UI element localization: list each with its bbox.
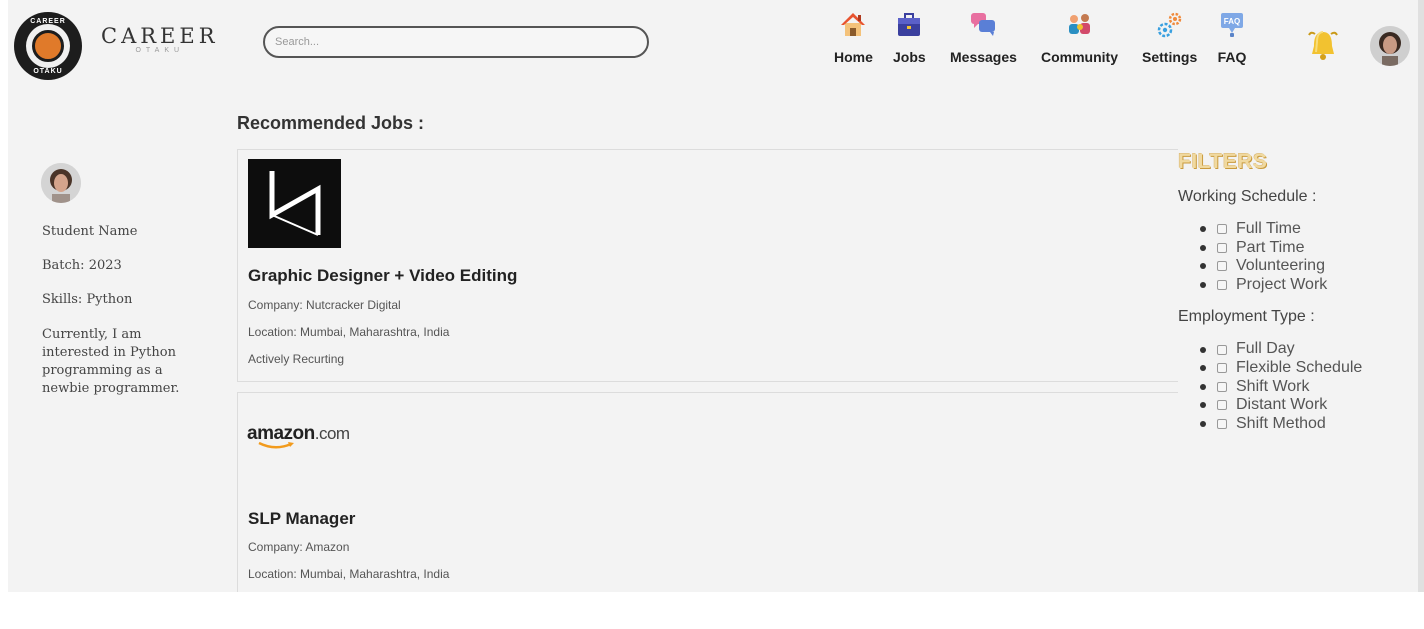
filter-option: Full Time — [1200, 220, 1408, 239]
briefcase-icon — [898, 13, 921, 36]
job-company: Company: Nutcracker Digital — [248, 298, 401, 312]
job-company: Company: Amazon — [248, 540, 350, 554]
filter-group-title: Employment Type : — [1178, 308, 1315, 326]
nav-label: Messages — [950, 49, 1017, 65]
filter-checkbox-part-time[interactable] — [1217, 242, 1227, 253]
filter-checkbox-full-day[interactable] — [1217, 344, 1227, 355]
logo-mascot-icon — [32, 30, 64, 62]
filter-label: Distant Work — [1236, 396, 1328, 414]
filter-checkbox-flexible-schedule[interactable] — [1217, 363, 1227, 374]
amazon-smile-icon — [258, 441, 294, 449]
student-name: Student Name — [42, 224, 138, 239]
filter-checkbox-distant-work[interactable] — [1217, 400, 1227, 411]
filter-checkbox-full-time[interactable] — [1217, 224, 1227, 235]
nav-label: Home — [834, 49, 873, 65]
people-icon — [1068, 14, 1090, 34]
student-batch: Batch: 2023 — [42, 258, 122, 273]
filter-label: Flexible Schedule — [1236, 358, 1363, 376]
page-title: Recommended Jobs : — [237, 113, 425, 133]
nav-label: FAQ — [1217, 49, 1247, 65]
logo-emblem — [26, 24, 70, 68]
filter-option: Part Time — [1200, 239, 1408, 258]
bullet — [1200, 402, 1206, 409]
bell-icon — [1308, 31, 1338, 60]
filter-checkbox-shift-method[interactable] — [1217, 419, 1227, 430]
search-input[interactable] — [263, 26, 649, 58]
faq-icon-text: FAQ — [1224, 17, 1240, 26]
scrollbar[interactable] — [1418, 0, 1424, 592]
filter-label: Part Time — [1236, 238, 1305, 256]
student-skills: Skills: Python — [42, 292, 133, 307]
chat-bubbles-icon — [971, 13, 996, 36]
filter-option: Flexible Schedule — [1200, 359, 1408, 378]
bullet — [1200, 421, 1206, 428]
nav-label: Settings — [1142, 49, 1198, 65]
faq-icon: FAQ — [1221, 13, 1243, 37]
job-location: Location: Mumbai, Maharashtra, India — [248, 325, 450, 339]
brand-subtitle: OTAKU — [135, 47, 185, 54]
filter-option: Project Work — [1200, 276, 1408, 295]
bullet — [1200, 244, 1206, 251]
nav-label: Jobs — [893, 49, 926, 65]
profile-avatar — [41, 163, 81, 203]
nav-settings[interactable]: Settings — [1142, 10, 1197, 65]
bullet — [1200, 346, 1206, 353]
filter-option: Full Day — [1200, 340, 1408, 359]
job-status: Actively Recurting — [248, 352, 345, 366]
filters-panel: FILTERS Working Schedule : Full Time Par… — [1178, 150, 1408, 433]
filter-label: Project Work — [1236, 275, 1328, 293]
filter-option: Distant Work — [1200, 396, 1408, 415]
nav-faq[interactable]: FAQ FAQ — [1217, 10, 1247, 65]
employment-type-list: Full Day Flexible Schedule Shift Work Di… — [1178, 340, 1408, 433]
filter-label: Shift Work — [1236, 377, 1310, 395]
job-card[interactable]: amazon.com SLP Manager Company: Amazon L… — [237, 392, 1178, 592]
user-avatar[interactable] — [1370, 26, 1410, 66]
company-logo — [248, 159, 341, 248]
student-bio: Currently, I am interested in Python pro… — [42, 327, 180, 396]
profile-panel: Student Name Batch: 2023 Skills: Python … — [42, 224, 192, 417]
filter-label: Full Day — [1236, 340, 1295, 358]
nav-label: Community — [1041, 49, 1118, 65]
amazon-logo-suffix: .com — [314, 424, 350, 443]
filter-label: Full Time — [1236, 220, 1301, 237]
profile-photo — [41, 163, 81, 203]
n-letter-logo-icon — [269, 171, 321, 236]
filter-checkbox-volunteering[interactable] — [1217, 261, 1227, 272]
job-card[interactable]: Graphic Designer + Video Editing Company… — [237, 149, 1178, 382]
working-schedule-list: Full Time Part Time Volunteering Project… — [1178, 220, 1408, 294]
bullet — [1200, 383, 1206, 390]
avatar-photo — [1370, 26, 1410, 66]
brand-name: CAREER — [101, 24, 219, 48]
job-location: Location: Mumbai, Maharashtra, India — [248, 567, 450, 581]
app-window: CAREER OTAKU CAREER OTAKU Home Jobs — [8, 0, 1418, 592]
career-otaku-logo[interactable]: CAREER OTAKU — [14, 12, 82, 80]
bullet — [1200, 365, 1206, 372]
filter-checkbox-shift-work[interactable] — [1217, 381, 1227, 392]
nav-community[interactable]: Community — [1041, 10, 1118, 65]
bullet — [1200, 282, 1206, 289]
logo-ring-text-top: CAREER — [30, 18, 66, 25]
filter-option: Shift Method — [1200, 415, 1408, 434]
notifications-button[interactable] — [1306, 28, 1340, 69]
gears-icon — [1157, 12, 1181, 38]
nav-jobs[interactable]: Jobs — [893, 10, 926, 65]
bullet — [1200, 263, 1206, 270]
job-title[interactable]: SLP Manager — [248, 509, 355, 529]
company-logo: amazon.com — [247, 423, 350, 449]
filters-title: FILTERS — [1178, 150, 1268, 173]
job-title[interactable]: Graphic Designer + Video Editing — [248, 266, 517, 286]
filter-label: Shift Method — [1236, 414, 1326, 432]
filter-option: Volunteering — [1200, 257, 1408, 276]
logo-ring-text-bottom: OTAKU — [33, 68, 63, 75]
bullet — [1200, 226, 1206, 233]
filter-checkbox-project-work[interactable] — [1217, 280, 1227, 291]
home-icon — [841, 13, 866, 36]
nav-messages[interactable]: Messages — [950, 10, 1017, 65]
brand-wordmark: CAREER OTAKU — [101, 24, 219, 54]
filter-option: Shift Work — [1200, 378, 1408, 397]
filter-group-title: Working Schedule : — [1178, 188, 1317, 205]
filter-label: Volunteering — [1236, 257, 1325, 275]
nav-home[interactable]: Home — [834, 10, 873, 65]
